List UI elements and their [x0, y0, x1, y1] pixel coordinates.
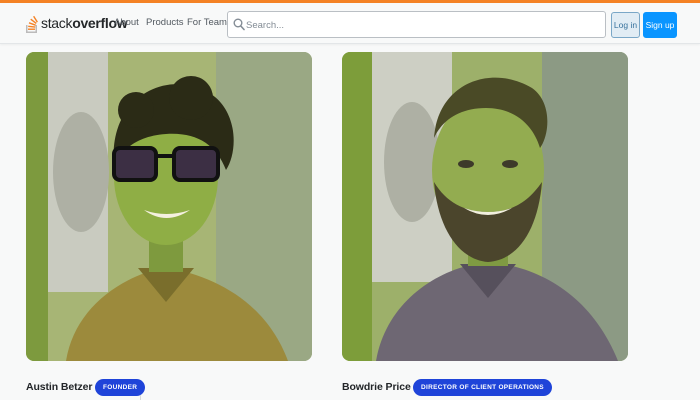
nav-about[interactable]: About — [114, 17, 139, 28]
nav-for-teams[interactable]: For Teams — [187, 17, 232, 28]
nav-products[interactable]: Products — [146, 17, 184, 28]
top-bar: stackoverflow About Products For Teams L… — [0, 0, 700, 44]
person-name-austin: Austin Betzer — [26, 381, 93, 393]
role-badge-director: DIRECTOR OF CLIENT OPERATIONS — [413, 379, 552, 396]
search-input[interactable] — [246, 16, 596, 34]
person-name-bowdrie: Bowdrie Price — [342, 381, 411, 393]
austin-betzer-photo — [26, 52, 312, 361]
role-badge-founder: FOUNDER — [95, 379, 146, 396]
bowdrie-price-photo — [342, 52, 628, 361]
login-button[interactable]: Log in — [611, 12, 640, 38]
search-box[interactable] — [227, 11, 606, 38]
stackoverflow-logo[interactable]: stackoverflow — [25, 9, 128, 37]
search-icon — [233, 18, 245, 31]
stack-logo-icon — [26, 15, 38, 33]
divider-line — [140, 395, 141, 400]
signup-button[interactable]: Sign up — [643, 12, 677, 38]
